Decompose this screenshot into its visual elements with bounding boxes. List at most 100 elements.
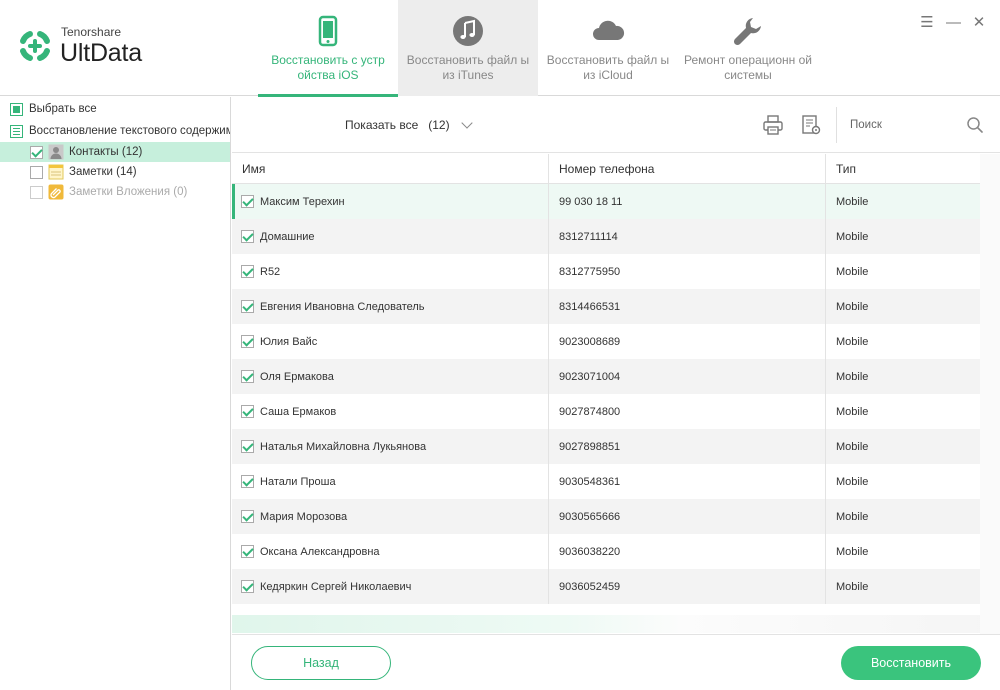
phone-cell: 9027898851: [549, 429, 826, 464]
phone-cell: 9030548361: [549, 464, 826, 499]
type-cell: Mobile: [836, 510, 869, 523]
column-header-phone[interactable]: Номер телефона: [549, 154, 826, 184]
name-cell: Натали Проша: [232, 464, 549, 499]
contact-name: Юлия Вайс: [260, 335, 318, 348]
print-icon[interactable]: [762, 114, 784, 136]
footer-bar: Назад Восстановить: [232, 634, 1000, 690]
phone-cell: 9023071004: [549, 359, 826, 394]
row-checkbox[interactable]: [241, 440, 254, 453]
phone-cell: 8314466531: [549, 289, 826, 324]
table-row[interactable]: R52 8312775950 Mobile: [232, 254, 980, 289]
type-cell: Mobile: [836, 405, 869, 418]
table-row[interactable]: Саша Ермаков 9027874800 Mobile: [232, 394, 980, 429]
cloud-icon: [593, 20, 625, 40]
show-filter-count: (12): [428, 118, 450, 132]
sidebar-item-label: Заметки (14): [69, 166, 137, 178]
chevron-down-icon: [460, 117, 473, 129]
row-checkbox[interactable]: [241, 580, 254, 593]
table-row[interactable]: Максим Терехин 99 030 18 11 Mobile: [232, 184, 980, 219]
table-row[interactable]: Юлия Вайс 9023008689 Mobile: [232, 324, 980, 359]
table-row[interactable]: Натали Проша 9030548361 Mobile: [232, 464, 980, 499]
table-row[interactable]: Евгения Ивановна Следователь 8314466531 Mo…: [232, 289, 980, 324]
contact-name: Оля Ермакова: [260, 370, 334, 383]
type-cell: Mobile: [836, 230, 869, 243]
contact-name: Оксана Александровна: [260, 545, 380, 558]
select-all-label: Выбрать все: [29, 103, 97, 115]
table-row[interactable]: Мария Морозова 9030565666 Mobile: [232, 499, 980, 534]
row-checkbox[interactable]: [241, 510, 254, 523]
table-row[interactable]: Наталья Михайловна Лукьянова 9027898851 Mo…: [232, 429, 980, 464]
sidebar-item-contacts[interactable]: Контакты (12): [0, 142, 230, 162]
menu-icon[interactable]: ☰: [920, 15, 934, 31]
contacts-checkbox[interactable]: [30, 145, 43, 159]
table-row[interactable]: Домашние 8312711114 Mobile: [232, 219, 980, 254]
restore-button[interactable]: Восстановить: [841, 646, 981, 680]
toolbar-divider: [836, 107, 837, 143]
table-row[interactable]: Оля Ермакова 9023071004 Mobile: [232, 359, 980, 394]
mode-tabs: Восстановить с устр ойства iOS Восстанов…: [258, 0, 818, 97]
row-checkbox[interactable]: [241, 405, 254, 418]
sidebar-item-notes[interactable]: Заметки (14): [0, 162, 230, 182]
type-cell: Mobile: [836, 545, 869, 558]
close-icon[interactable]: ✕: [972, 15, 986, 31]
window-controls: ☰ — ✕: [920, 15, 986, 31]
sidebar-item-label: Заметки Вложения (0): [69, 186, 188, 198]
phone-cell: 9030565666: [549, 499, 826, 534]
search-input[interactable]: [850, 114, 956, 136]
contact-name: Наталья Михайловна Лукьянова: [260, 440, 427, 453]
search-icon[interactable]: [966, 116, 984, 134]
name-cell: Саша Ермаков: [232, 394, 549, 429]
type-cell: Mobile: [836, 475, 869, 488]
row-checkbox[interactable]: [241, 300, 254, 313]
type-cell: Mobile: [836, 580, 869, 593]
phone-cell: 9036052459: [549, 569, 826, 604]
contact-name: Кедяркин Сергей Николаевич: [260, 580, 412, 593]
row-checkbox[interactable]: [241, 475, 254, 488]
tab-label: Ремонт операционн ой системы: [684, 53, 812, 82]
row-checkbox[interactable]: [241, 230, 254, 243]
product-name: UltData: [60, 39, 142, 67]
row-checkbox[interactable]: [241, 370, 254, 383]
show-filter-label: Показать все: [345, 118, 419, 132]
name-cell: Евгения Ивановна Следователь: [232, 289, 549, 324]
tab-restore-ios[interactable]: Восстановить с устр ойства iOS: [258, 0, 398, 97]
app-header: Tenorshare UltData Восстановить с устр о…: [0, 0, 1000, 97]
type-cell: Mobile: [836, 195, 869, 208]
contact-name: Мария Морозова: [260, 510, 348, 523]
phone-cell: 8312711114: [549, 219, 826, 254]
name-cell: Максим Терехин: [235, 184, 549, 219]
contacts-icon: [48, 144, 64, 160]
export-settings-icon[interactable]: [800, 114, 822, 136]
category-checkbox[interactable]: [10, 124, 23, 138]
category-row[interactable]: Восстановление текстового содержимого: [0, 121, 230, 141]
music-note-icon: [453, 16, 483, 46]
row-checkbox[interactable]: [241, 335, 254, 348]
contact-name: Максим Терехин: [260, 195, 345, 208]
tab-label: Восстановить файл ы из iCloud: [546, 53, 670, 82]
table-row[interactable]: Оксана Александровна 9036038220 Mobile: [232, 534, 980, 569]
row-checkbox[interactable]: [241, 265, 254, 278]
tab-restore-itunes[interactable]: Восстановить файл ы из iTunes: [398, 0, 538, 96]
tab-label: Восстановить с устр ойства iOS: [271, 53, 385, 82]
select-all-checkbox[interactable]: [10, 102, 23, 116]
contact-name: Саша Ермаков: [260, 405, 337, 418]
select-all-row[interactable]: Выбрать все: [0, 99, 230, 119]
type-cell: Mobile: [836, 440, 869, 453]
tab-system-repair[interactable]: Ремонт операционн ой системы: [678, 0, 818, 96]
row-checkbox[interactable]: [241, 195, 254, 208]
column-header-type[interactable]: Тип: [826, 154, 980, 184]
column-header-name[interactable]: Имя: [232, 154, 549, 184]
attachment-icon: [48, 184, 64, 200]
name-cell: Юлия Вайс: [232, 324, 549, 359]
category-label: Восстановление текстового содержимого: [29, 125, 230, 137]
notes-checkbox[interactable]: [30, 165, 43, 179]
show-filter-dropdown[interactable]: Показать все (12): [345, 117, 473, 132]
row-checkbox[interactable]: [241, 545, 254, 558]
minimize-icon[interactable]: —: [946, 15, 961, 31]
table-scrollbar[interactable]: [980, 154, 1000, 634]
table-row[interactable]: Кедяркин Сергей Николаевич 9036052459 Mobi…: [232, 569, 980, 604]
phone-cell: 8312775950: [549, 254, 826, 289]
back-button[interactable]: Назад: [251, 646, 391, 680]
tab-restore-icloud[interactable]: Восстановить файл ы из iCloud: [538, 0, 678, 96]
phone-cell: 9036038220: [549, 534, 826, 569]
